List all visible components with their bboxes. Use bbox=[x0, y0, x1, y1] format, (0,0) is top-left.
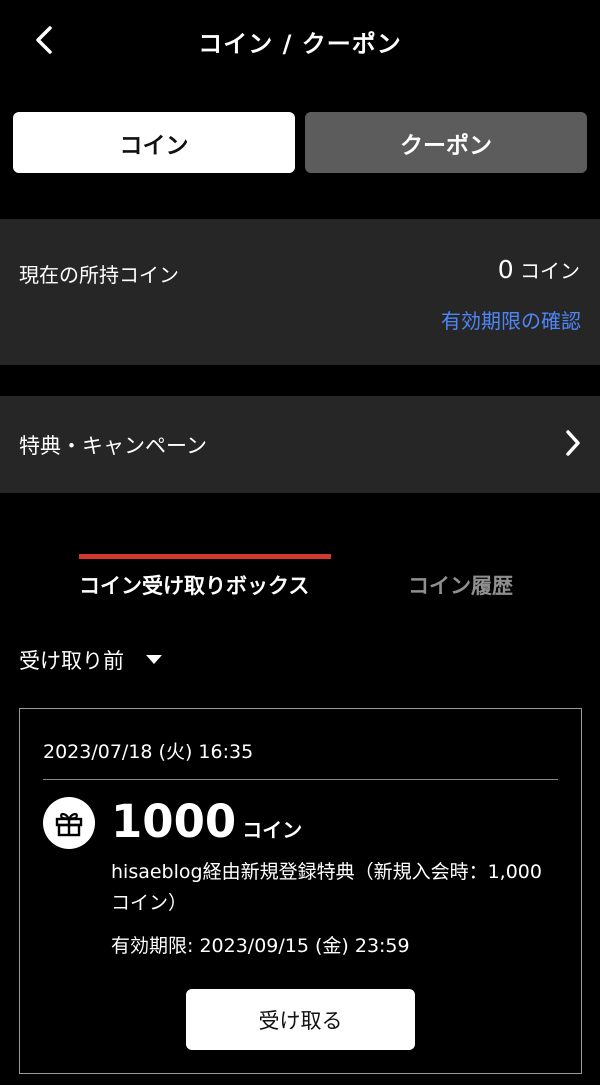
coin-balance-value: 0 コイン bbox=[498, 255, 580, 284]
active-tab-indicator bbox=[79, 554, 331, 559]
coin-balance-number: 0 bbox=[497, 255, 514, 284]
gift-coin-amount: 1000 コイン bbox=[111, 795, 302, 848]
coin-balance-label: 現在の所持コイン bbox=[19, 263, 179, 287]
gift-coin-number: 1000 bbox=[111, 795, 237, 848]
coin-balance-panel: 現在の所持コイン 0 コイン 有効期限の確認 bbox=[0, 219, 600, 365]
receive-button[interactable]: 受け取る bbox=[186, 989, 415, 1050]
gift-description: hisaeblog経由新規登録特典（新規入会時：1,000コイン） bbox=[111, 861, 542, 914]
campaign-label: 特典・キャンペーン bbox=[19, 434, 207, 458]
chevron-right-icon bbox=[566, 430, 580, 456]
campaign-row[interactable]: 特典・キャンペーン bbox=[0, 396, 600, 493]
coin-gift-card: 2023/07/18 (火) 16:35 1000 コイン hisaeblog経由… bbox=[19, 708, 582, 1074]
tab-coin-history[interactable]: コイン履歴 bbox=[408, 570, 513, 600]
gift-icon bbox=[43, 797, 95, 849]
tab-coin-box[interactable]: コイン受け取りボックス bbox=[79, 570, 309, 600]
card-divider bbox=[43, 779, 558, 780]
caret-down-icon bbox=[146, 655, 162, 664]
app-header: コイン / クーポン bbox=[0, 0, 600, 80]
status-filter-value: 受け取り前 bbox=[19, 649, 124, 673]
card-date: 2023/07/18 (火) 16:35 bbox=[43, 741, 254, 763]
page-title: コイン / クーポン bbox=[198, 30, 402, 58]
segment-coin[interactable]: コイン bbox=[13, 112, 295, 173]
coin-balance-unit: コイン bbox=[520, 259, 580, 283]
expiry-check-link[interactable]: 有効期限の確認 bbox=[441, 305, 581, 334]
segment-coupon[interactable]: クーポン bbox=[305, 112, 587, 173]
gift-coin-unit: コイン bbox=[242, 818, 303, 842]
status-filter-dropdown[interactable]: 受け取り前 bbox=[19, 645, 162, 675]
gift-expiry: 有効期限: 2023/09/15 (金) 23:59 bbox=[111, 935, 410, 957]
